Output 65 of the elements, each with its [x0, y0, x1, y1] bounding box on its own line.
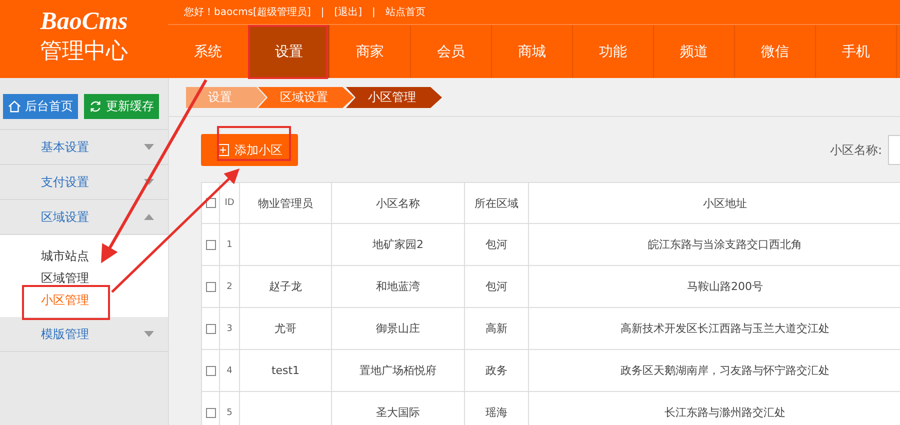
search-label: 小区名称: [830, 142, 882, 158]
table-cell: 赵子龙 [269, 280, 302, 293]
breadcrumb-item[interactable]: 设置 [186, 87, 266, 108]
submenu-item[interactable]: 区域管理 [0, 267, 168, 289]
table-cell: 皖江东路与当涂支路交口西北角 [648, 238, 802, 251]
separator: | [371, 6, 376, 18]
table-cell: 政务区天鹅湖南岸，习友路与怀宁路交汇处 [620, 364, 830, 377]
checkbox[interactable] [206, 282, 216, 292]
sidebar-menu-item[interactable]: 基本设置 [0, 130, 168, 165]
separator: | [320, 6, 326, 18]
breadcrumb-item[interactable]: 区域设置 [258, 87, 354, 108]
sidebar-menu-item[interactable]: 模版管理 [0, 317, 168, 352]
home-icon [8, 100, 21, 113]
column-header: ID [220, 182, 240, 224]
refresh-icon [89, 100, 102, 113]
top-link[interactable]: [退出] [334, 5, 362, 19]
table-cell: 高新 [486, 322, 508, 335]
table-cell: 置地广场栢悦府 [360, 364, 436, 377]
table-cell: 2 [226, 282, 232, 292]
table-cell: 尤哥 [274, 322, 296, 335]
sidebar-button[interactable]: 后台首页 [3, 94, 78, 119]
table-cell: 4 [226, 366, 232, 376]
table-cell: 御景山庄 [376, 322, 420, 335]
breadcrumb-item[interactable]: 小区管理 [346, 87, 442, 108]
checkbox[interactable] [206, 324, 216, 334]
table-cell: test1 [271, 364, 300, 377]
table-cell: 3 [226, 324, 232, 334]
table-cell: 圣大国际 [376, 406, 420, 419]
table-cell: 政务 [486, 364, 508, 377]
column-header: 物业管理员 [240, 182, 332, 224]
table-cell: 5 [226, 408, 232, 418]
table-cell: 包河 [486, 238, 508, 251]
nav-tab[interactable]: 微信 [735, 25, 816, 78]
sidebar-menu-item[interactable]: 支付设置 [0, 165, 168, 200]
nav-tab[interactable]: 功能 [573, 25, 654, 78]
column-header: 小区名称 [332, 182, 464, 224]
sidebar-button[interactable]: 更新缓存 [84, 94, 159, 119]
submenu-item[interactable]: 小区管理 [0, 289, 168, 311]
table-cell: 高新技术开发区长江西路与玉兰大道交江处 [620, 322, 830, 335]
checkbox[interactable] [206, 408, 216, 418]
column-header: 小区地址 [528, 182, 900, 224]
nav-tab[interactable]: 商家 [330, 25, 411, 78]
submenu-item[interactable]: 城市站点 [0, 245, 168, 267]
table-cell: 1 [226, 240, 232, 250]
top-link[interactable]: 站点首页 [385, 5, 426, 19]
table-cell: 和地蓝湾 [376, 280, 420, 293]
checkbox[interactable] [206, 240, 216, 250]
table-cell: 瑶海 [486, 406, 508, 419]
table-cell: 长江东路与滁州路交汇处 [664, 406, 786, 419]
greeting-text: 您好！baocms[超级管理员] [184, 6, 311, 19]
plus-icon [216, 144, 228, 156]
logo-subtitle: 管理中心 [40, 38, 128, 66]
nav-tab[interactable]: 会员 [411, 25, 492, 78]
nav-tab[interactable]: 系统 [168, 25, 249, 78]
column-header: 所在区域 [464, 182, 528, 224]
table-cell: 马鞍山路200号 [687, 280, 763, 293]
add-button[interactable]: 添加小区 [201, 134, 298, 166]
table-cell: 地矿家园2 [372, 238, 424, 251]
nav-tab[interactable]: 商城 [492, 25, 573, 78]
nav-tab[interactable]: 频道 [654, 25, 735, 78]
nav-tab[interactable]: 设置 [249, 25, 330, 78]
nav-tab[interactable]: 手机 [816, 25, 897, 78]
table-cell: 包河 [486, 280, 508, 293]
brand-logo: BaoCms [40, 8, 128, 36]
checkbox[interactable] [206, 366, 216, 376]
